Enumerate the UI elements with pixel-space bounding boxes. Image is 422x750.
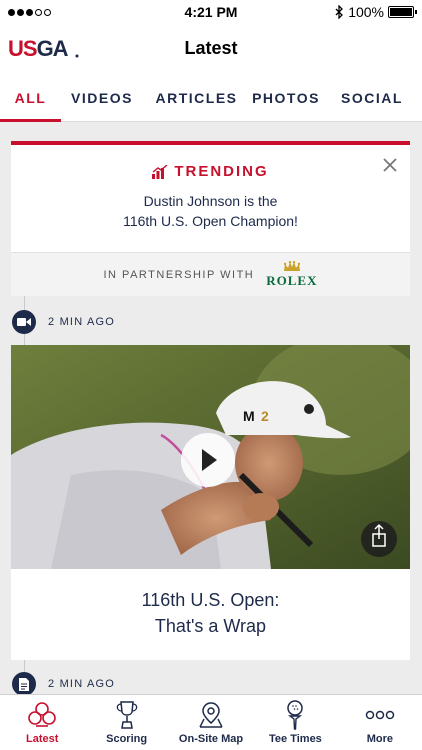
svg-text:M: M: [243, 408, 255, 424]
usga-crest-icon: [26, 700, 58, 730]
category-tabs: ALL VIDEOS ARTICLES PHOTOS SOCIAL: [0, 74, 422, 122]
timeline-line: [24, 332, 25, 346]
video-title[interactable]: 116th U.S. Open: That's a Wrap: [11, 587, 410, 639]
play-button[interactable]: [181, 433, 235, 487]
trending-headline[interactable]: Dustin Johnson is the 116th U.S. Open Ch…: [11, 191, 410, 231]
rolex-logo: ROLEX: [266, 260, 317, 289]
nav-latest[interactable]: Latest: [0, 695, 84, 750]
trophy-icon: [111, 700, 143, 730]
nav-more[interactable]: More: [338, 695, 422, 750]
tab-all[interactable]: ALL: [0, 74, 61, 122]
tab-videos[interactable]: VIDEOS: [61, 74, 143, 121]
app-header: USGA Latest: [0, 24, 422, 74]
feed-item-meta: 2 MIN AGO: [12, 310, 115, 334]
status-bar: 4:21 PM 100%: [0, 0, 422, 24]
page-title: Latest: [184, 38, 238, 58]
golf-tee-icon: [279, 700, 311, 730]
tab-social[interactable]: SOCIAL: [322, 74, 422, 121]
status-time: 4:21 PM: [184, 4, 238, 20]
trending-chart-icon: [152, 164, 168, 179]
tab-photos[interactable]: PHOTOS: [250, 74, 322, 121]
video-camera-icon: [12, 310, 36, 334]
battery-icon: [388, 6, 417, 18]
trending-heading: TRENDING: [174, 163, 269, 180]
nav-tee-times[interactable]: Tee Times: [253, 695, 337, 750]
close-icon[interactable]: [382, 157, 398, 173]
partner-label: IN PARTNERSHIP WITH: [103, 268, 255, 281]
news-feed[interactable]: TRENDING Dustin Johnson is the 116th U.S…: [0, 123, 422, 694]
nav-scoring[interactable]: Scoring: [84, 695, 168, 750]
crown-icon: [283, 260, 301, 271]
trending-card[interactable]: TRENDING Dustin Johnson is the 116th U.S…: [11, 141, 410, 296]
feed-item-meta: 2 MIN AGO: [12, 672, 115, 694]
video-card[interactable]: M 2 116th U.S. Open: That's a Wrap: [11, 345, 410, 660]
nav-on-site-map[interactable]: On-Site Map: [169, 695, 253, 750]
bottom-nav: Latest Scoring On-Site Map Tee Times Mor…: [0, 694, 422, 750]
more-dots-icon: [364, 700, 396, 730]
share-button[interactable]: [361, 521, 397, 557]
svg-text:2: 2: [261, 408, 269, 424]
partner-bar: IN PARTNERSHIP WITH ROLEX: [11, 252, 410, 296]
timeline-line: [24, 296, 25, 310]
document-icon: [12, 672, 36, 694]
tab-articles[interactable]: ARTICLES: [143, 74, 250, 121]
map-pin-icon: [195, 700, 227, 730]
